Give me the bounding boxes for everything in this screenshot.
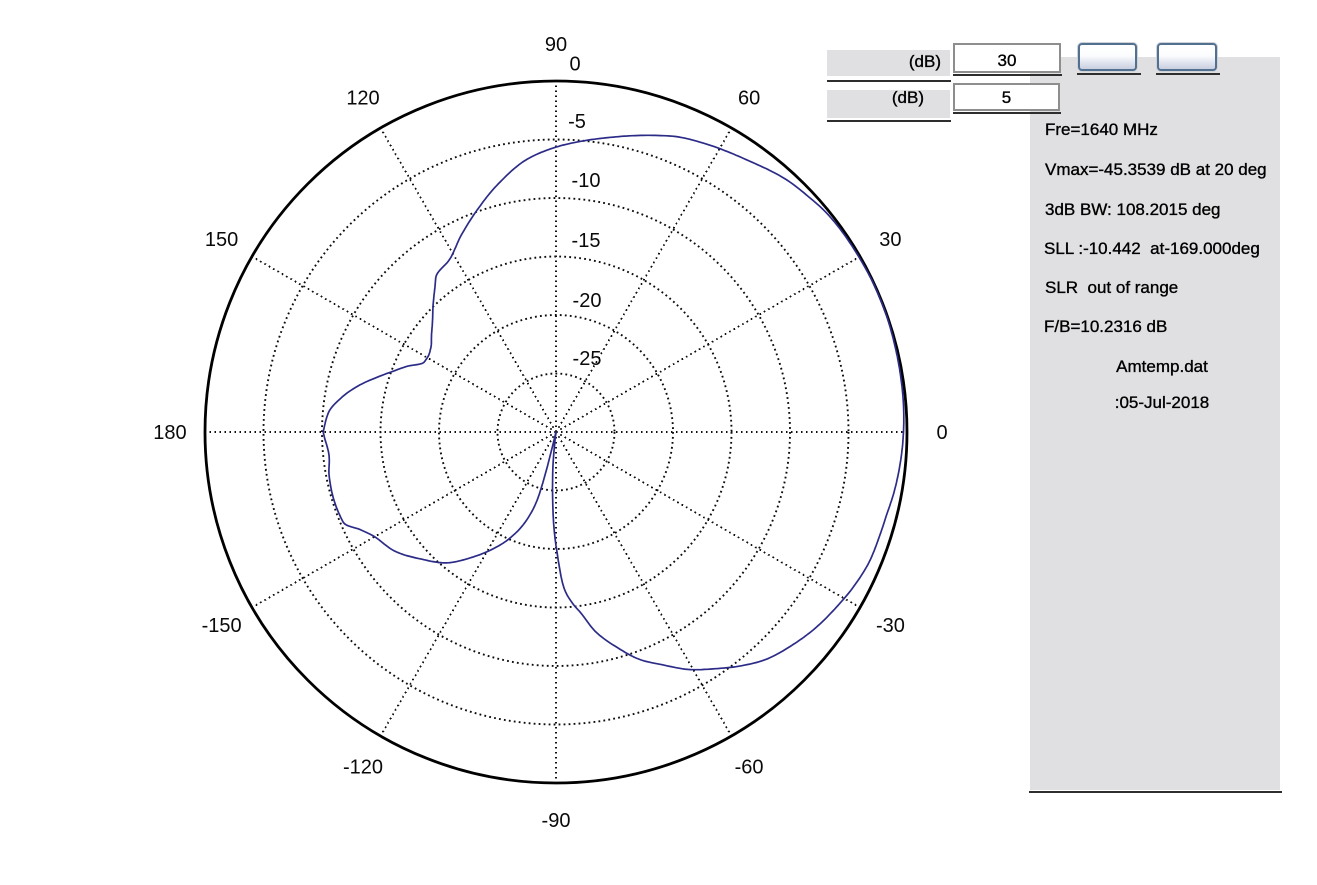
svg-text:0: 0: [937, 422, 948, 444]
svg-text:-10: -10: [572, 170, 601, 192]
svg-text:-30: -30: [876, 615, 905, 637]
svg-text:180: 180: [153, 422, 186, 444]
svg-text:-120: -120: [343, 756, 383, 778]
svg-text:120: 120: [346, 88, 379, 110]
svg-text:150: 150: [205, 229, 238, 251]
svg-text:30: 30: [879, 229, 901, 251]
svg-text:-90: -90: [542, 810, 571, 832]
svg-text:-5: -5: [568, 111, 586, 133]
svg-text:60: 60: [738, 88, 760, 110]
svg-text:-15: -15: [572, 230, 601, 252]
svg-text:-150: -150: [202, 615, 242, 637]
svg-text:90: 90: [545, 34, 567, 56]
svg-text:-20: -20: [573, 290, 602, 312]
svg-text:0: 0: [569, 54, 580, 76]
svg-text:-25: -25: [573, 348, 602, 370]
svg-text:-60: -60: [735, 756, 764, 778]
